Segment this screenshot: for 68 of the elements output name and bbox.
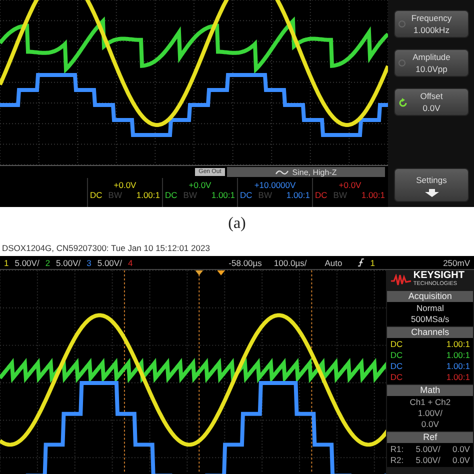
coupling-label: DC	[390, 372, 403, 383]
coupling-label: DC	[315, 190, 328, 200]
math-value: Ch1 + Ch2	[410, 397, 451, 408]
coupling-label: DC	[165, 190, 178, 200]
probe-ratio: 1.00:1	[446, 339, 470, 350]
section-header: Channels	[387, 327, 473, 338]
section-header: Acquisition	[387, 291, 473, 302]
ref-offset: 0.0V	[452, 455, 470, 466]
acquisition-value: Normal	[416, 303, 444, 314]
probe-ratio: 1.00:1	[361, 190, 385, 200]
time-scale: 100.0µs/	[274, 258, 307, 268]
marker-icon	[217, 270, 226, 276]
softkey-button[interactable]: Settings	[394, 168, 469, 202]
brand-name: KEYSIGHT	[413, 271, 464, 280]
channel-offset: +0.0V	[188, 180, 212, 190]
math-value: 1.00V/	[418, 408, 442, 419]
trigger-edge-icon	[358, 258, 364, 267]
channel-number[interactable]: 1	[4, 258, 9, 268]
probe-ratio: 1.00:1	[446, 350, 470, 361]
coupling-label: DC	[390, 350, 403, 361]
channel-scale: 5.00V/	[97, 258, 122, 268]
probe-ratio: 1.00:1	[211, 190, 235, 200]
screenshot-header: DSOX1204G, CN59207300: Tue Jan 10 15:12:01 2023	[1, 242, 210, 255]
probe-ratio: 1.00:1	[286, 190, 310, 200]
channel-number[interactable]: 4	[128, 258, 133, 268]
sine-wave-icon	[275, 168, 290, 176]
softkey-button[interactable]: Amplitude 10.0Vpp	[394, 49, 469, 77]
figure-caption: (a)	[228, 214, 246, 234]
section-header: Ref	[387, 432, 473, 443]
circle-icon	[398, 59, 406, 67]
probe-ratio: 1.00:1	[446, 361, 470, 372]
channel-offset: +10.0000V	[254, 180, 296, 190]
coupling-label: DC	[240, 190, 252, 200]
channel-number[interactable]: 2	[45, 258, 50, 268]
trigger-mode: Auto	[324, 258, 342, 268]
time-delay: -58.00µs	[228, 258, 262, 268]
ref-offset: 0.0V	[452, 444, 470, 455]
waveform-label: Sine, High-Z	[292, 168, 337, 176]
ref-name: R2:	[390, 455, 404, 466]
channel-offset: +0.0V	[114, 180, 136, 190]
ref-scale: 5.00V/	[416, 444, 440, 455]
bandwidth-label: BW	[108, 190, 122, 200]
circle-icon	[398, 20, 406, 28]
wave-logo-icon	[391, 274, 412, 286]
math-value: 0.0V	[421, 419, 439, 430]
coupling-label: DC	[390, 361, 403, 372]
down-arrow-icon	[424, 188, 440, 196]
section-header: Math	[387, 385, 473, 396]
channel-number[interactable]: 3	[86, 258, 92, 268]
marker-icon	[195, 270, 204, 276]
softkey-button[interactable]: Offset 0.0V	[394, 88, 469, 116]
probe-ratio: 1.00:1	[136, 190, 160, 200]
coupling-label: DC	[390, 339, 403, 350]
acquisition-value: 500MSa/s	[411, 314, 450, 325]
channel-scale: 5.00V/	[14, 258, 40, 268]
bandwidth-label: BW	[258, 190, 272, 200]
rotate-icon	[398, 98, 408, 108]
probe-ratio: 1.00:1	[446, 372, 470, 383]
trigger-level: 250mV	[443, 258, 470, 268]
bandwidth-label: BW	[333, 190, 347, 200]
bandwidth-label: BW	[183, 190, 197, 200]
softkey-button[interactable]: Frequency 1.000kHz	[394, 10, 469, 38]
coupling-label: DC	[90, 190, 102, 200]
trigger-source: 1	[370, 258, 375, 268]
channel-scale: 5.00V/	[56, 258, 81, 268]
channel-offset: +0.0V	[338, 180, 362, 190]
ref-scale: 5.00V/	[416, 455, 440, 466]
ref-name: R1:	[390, 444, 404, 455]
